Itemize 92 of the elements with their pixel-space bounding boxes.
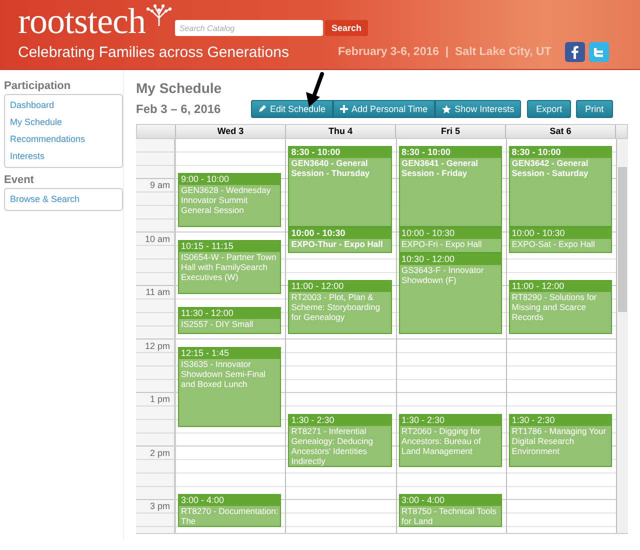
schedule-event[interactable]: 12:15 - 1:45 IS3635 - Innovator Showdown Semi-Final and Boxed Lunch bbox=[178, 347, 282, 428]
event-title: RT2003 - Plot, Plan & Scheme: Storyboarding for Genealogy bbox=[290, 292, 382, 322]
day-header: Wed 3 bbox=[175, 125, 285, 138]
schedule-event[interactable]: 10:15 - 11:15 IS0654-W - Partner Town Hall with FamilySearch Executives (W) bbox=[178, 240, 282, 294]
event-title: GS3643-F - Innovator Showdown (F) bbox=[400, 265, 485, 286]
toolbar-button[interactable]: Show Interests bbox=[434, 100, 522, 118]
plus-icon bbox=[340, 105, 348, 113]
event-title: RT2060 - Digging for Ancestors: Bureau of Land Management bbox=[400, 426, 482, 456]
twitter-icon[interactable] bbox=[589, 42, 610, 62]
date-range: Feb 3 – 6, 2016 bbox=[136, 102, 222, 116]
schedule-event[interactable]: 3:00 - 4:00 RT8270 - Documentation: The bbox=[178, 494, 282, 528]
time-label: 3 pm bbox=[150, 501, 170, 512]
event-time: 10:00 - 10:30 bbox=[289, 228, 390, 239]
event-time: 11:00 - 12:00 bbox=[289, 281, 390, 292]
search-button[interactable]: Search bbox=[325, 20, 368, 36]
sidebar-section-title: Participation bbox=[4, 80, 72, 92]
sidebar-section-title: Event bbox=[4, 174, 35, 186]
event-title: GEN3641 - General Session - Friday bbox=[400, 158, 480, 178]
schedule-event[interactable]: 10:00 - 10:30 EXPO-Thur - Expo Hall bbox=[288, 226, 392, 254]
toolbar-button[interactable]: Edit Schedule bbox=[251, 100, 333, 118]
toolbar-button[interactable]: Print bbox=[576, 100, 613, 118]
schedule-event[interactable]: 1:30 - 2:30 RT2060 - Digging for Ancestors: Bureau of Land Management bbox=[398, 414, 502, 468]
event-time: 8:30 - 10:00 bbox=[510, 147, 611, 158]
star-icon bbox=[442, 104, 451, 114]
search-field[interactable]: Search Catalog bbox=[175, 20, 324, 36]
schedule-event[interactable]: 11:00 - 12:00 RT8290 - Solutions for Missing and Scarce Records bbox=[508, 280, 612, 334]
event-title: IS2557 - DIY Small bbox=[180, 318, 254, 329]
event-title: GEN3640 - General Session - Thursday bbox=[290, 158, 371, 178]
time-label: 1 pm bbox=[150, 394, 170, 404]
day-header: Thu 4 bbox=[285, 125, 395, 138]
event-title: RT8750 - Technical Tools for Land bbox=[400, 506, 498, 526]
schedule-event[interactable]: 11:00 - 12:00 RT2003 - Plot, Plan & Scheme: Storyboarding for Genealogy bbox=[288, 280, 392, 334]
event-time: 1:30 - 2:30 bbox=[510, 414, 611, 426]
event-title: RT8270 - Documentation: The bbox=[180, 506, 280, 526]
schedule-event[interactable]: 11:30 - 12:00 IS2557 - DIY Small bbox=[178, 306, 282, 334]
event-title: EXPO-Sat - Expo Hall bbox=[510, 238, 596, 249]
sidebar-link[interactable]: Dashboard bbox=[10, 97, 117, 114]
schedule-event[interactable]: 10:30 - 12:00 GS3643-F - Innovator Showdown (F) bbox=[398, 253, 502, 334]
event-time: 11:30 - 12:00 bbox=[179, 308, 280, 319]
event-title: RT1786 - Managing Your Digital Research Environment bbox=[510, 426, 608, 456]
event-time: 3:00 - 4:00 bbox=[400, 495, 501, 506]
scrollbar-thumb[interactable] bbox=[618, 167, 627, 312]
time-label: 9 am bbox=[150, 180, 170, 190]
facebook-icon[interactable] bbox=[565, 42, 586, 62]
sidebar-link[interactable]: Recommendations bbox=[10, 131, 117, 148]
schedule-event[interactable]: 1:30 - 2:30 RT1786 - Managing Your Digital Research Environment bbox=[508, 414, 612, 468]
time-label: 11 am bbox=[146, 287, 170, 298]
event-title: RT8271 - Inferential Genealogy: Deducing Ancestors' Identities Indirectly bbox=[290, 426, 374, 466]
schedule-event[interactable]: 10:00 - 10:30 EXPO-Sat - Expo Hall bbox=[508, 226, 612, 254]
event-title: EXPO-Thur - Expo Hall bbox=[290, 238, 384, 249]
event-time: 9:00 - 10:00 bbox=[179, 174, 280, 186]
time-label: 10 am bbox=[144, 234, 170, 244]
event-title: GEN3642 - General Session - Saturday bbox=[510, 158, 590, 178]
event-title: GEN3628 - Wednesday Innovator Summit General Session bbox=[180, 185, 272, 216]
page-title: My Schedule bbox=[136, 80, 223, 96]
event-time: 8:30 - 10:00 bbox=[289, 147, 390, 158]
event-title: EXPO-Fri - Expo Hall bbox=[400, 238, 483, 249]
schedule-event[interactable]: 9:00 - 10:00 GEN3628 - Wednesday Innovator Summit General Session bbox=[178, 173, 282, 227]
event-time: 10:00 - 10:30 bbox=[510, 228, 611, 239]
time-label: 12 pm bbox=[144, 340, 170, 351]
sidebar-link[interactable]: Browse & Search bbox=[10, 191, 117, 208]
pencil-icon bbox=[258, 105, 266, 113]
event-time: 11:00 - 12:00 bbox=[510, 281, 611, 292]
sidebar-link[interactable]: My Schedule bbox=[10, 114, 117, 131]
event-time: 10:00 - 10:30 bbox=[400, 228, 501, 239]
tree-logo-icon bbox=[145, 4, 174, 26]
event-title: IS0654-W - Partner Town Hall with FamilySearch Executives (W) bbox=[180, 252, 278, 282]
schedule-event[interactable]: 10:00 - 10:30 EXPO-Fri - Expo Hall bbox=[398, 226, 502, 254]
event-time: 10:30 - 12:00 bbox=[400, 254, 501, 266]
event-time: 8:30 - 10:00 bbox=[400, 147, 501, 158]
schedule-event[interactable]: 8:30 - 10:00 GEN3640 - General Session - Thursday bbox=[288, 146, 392, 227]
event-info: February 3-6, 2016 | Salt Lake City, UT bbox=[338, 46, 552, 58]
scrollbar[interactable] bbox=[617, 139, 628, 534]
sidebar-link[interactable]: Interests bbox=[10, 148, 117, 165]
toolbar-button[interactable]: Add Personal Time bbox=[332, 100, 435, 118]
event-time: 1:30 - 2:30 bbox=[400, 414, 501, 426]
event-time: 1:30 - 2:30 bbox=[289, 414, 390, 426]
event-time: 3:00 - 4:00 bbox=[179, 495, 280, 506]
event-title: RT8290 - Solutions for Missing and Scarce Records bbox=[510, 292, 598, 322]
day-header: Fri 5 bbox=[395, 125, 505, 138]
time-label: 2 pm bbox=[150, 448, 170, 458]
day-header: Sat 6 bbox=[505, 125, 615, 138]
event-title: IS3635 - Innovator Showdown Semi-Final and Boxed Lunch bbox=[180, 359, 267, 389]
tagline: Celebrating Families across Generations bbox=[18, 44, 290, 60]
schedule-event[interactable]: 3:00 - 4:00 RT8750 - Technical Tools for Land bbox=[398, 494, 502, 528]
toolbar-button[interactable]: Export bbox=[527, 100, 572, 118]
event-time: 12:15 - 1:45 bbox=[179, 348, 280, 359]
schedule-event[interactable]: 1:30 - 2:30 RT8271 - Inferential Genealogy: Deducing Ancestors' Identities Indirectly bbox=[288, 414, 392, 468]
schedule-event[interactable]: 8:30 - 10:00 GEN3642 - General Session - Saturday bbox=[508, 146, 612, 227]
event-time: 10:15 - 11:15 bbox=[179, 241, 280, 252]
logo: rootstech bbox=[18, 2, 146, 40]
schedule-event[interactable]: 8:30 - 10:00 GEN3641 - General Session - Friday bbox=[398, 146, 502, 227]
